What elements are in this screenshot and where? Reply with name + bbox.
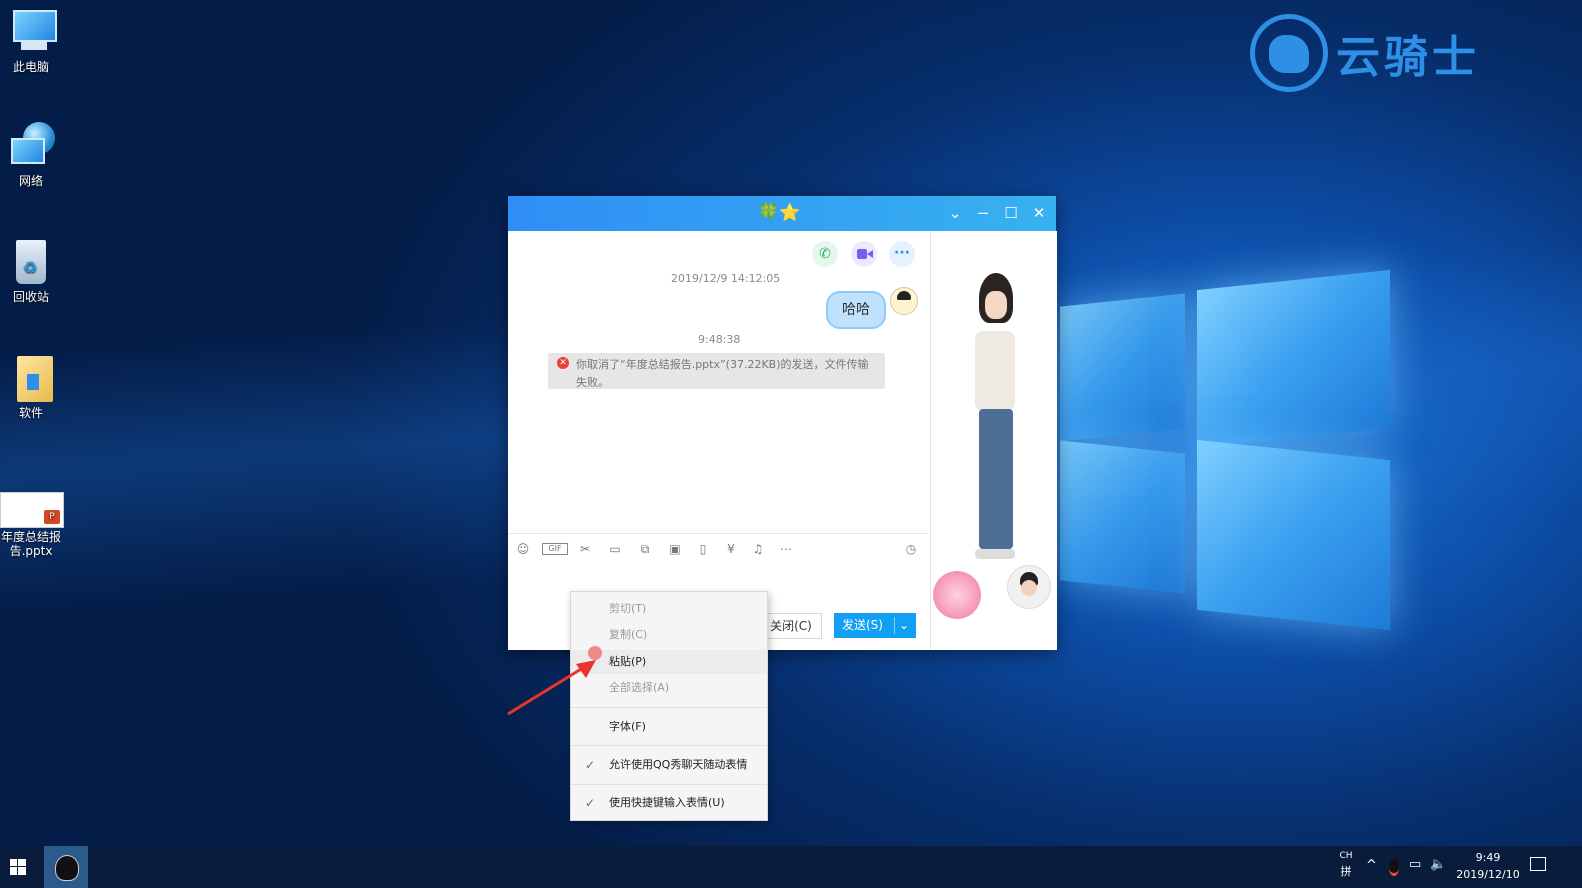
pptx-file-icon: P: [0, 492, 64, 528]
send-button[interactable]: 发送(S) ⌄: [834, 613, 916, 638]
menu-item-shortcut-emoji[interactable]: ✓ 使用快捷键输入表情(U): [571, 791, 767, 815]
desktop-icon-label: 网络: [18, 174, 43, 188]
message-timestamp: 9:48:38: [698, 333, 741, 346]
menu-item-select-all[interactable]: 全部选择(A): [571, 676, 767, 700]
image-icon[interactable]: ▣: [666, 542, 684, 556]
computer-icon: [7, 8, 57, 56]
screenshot-icon[interactable]: ⧉: [636, 542, 654, 556]
menu-item-allow-qq-show-emotions[interactable]: ✓ 允许使用QQ秀聊天随动表情: [571, 753, 767, 777]
emoji-icon[interactable]: ☺: [514, 542, 532, 556]
network-globe-icon: [7, 122, 55, 170]
wallpaper-logo-pane: [1060, 293, 1185, 442]
taskbar-app-qq[interactable]: [44, 846, 88, 888]
folder-icon: [7, 354, 55, 402]
scissors-icon[interactable]: ✂: [576, 542, 594, 556]
wallpaper-logo-pane: [1197, 269, 1390, 449]
maximize-icon[interactable]: ☐: [1002, 204, 1020, 222]
menu-separator: [571, 784, 767, 785]
gif-icon[interactable]: GIF: [542, 543, 568, 555]
mascot-sticker: [933, 571, 981, 619]
knight-logo-icon: [1250, 14, 1328, 92]
desktop-icon-label: 回收站: [12, 290, 49, 304]
file-transfer-failed-notice: ✕ 你取消了“年度总结报告.pptx”(37.22KB)的发送，文件传输失败。: [548, 353, 885, 389]
chevron-down-icon[interactable]: ⌄: [899, 613, 909, 638]
more-icon[interactable]: ⋯: [777, 542, 795, 556]
windows-start-icon[interactable]: [10, 859, 26, 875]
desktop-icon-pptx-file[interactable]: P 年度总结报告.pptx: [0, 492, 64, 558]
send-button-label: 发送(S): [842, 618, 883, 632]
window-title-bar[interactable]: 🍀⭐ ⌄ − ☐ ✕: [508, 196, 1056, 231]
history-icon[interactable]: ◷: [902, 542, 920, 556]
wallpaper-logo-pane: [1197, 439, 1390, 631]
qq-tray-icon[interactable]: [1389, 859, 1399, 876]
chevron-down-icon[interactable]: ⌄: [946, 204, 964, 222]
clock-date: 2019/12/10: [1456, 868, 1520, 881]
qq-show-panel: [930, 231, 1057, 650]
red-arrow-annotation: [507, 660, 596, 716]
ime-language: CH: [1339, 851, 1353, 861]
checkmark-icon: ✓: [585, 796, 596, 810]
error-icon: ✕: [557, 357, 569, 369]
minimize-icon[interactable]: −: [974, 204, 992, 222]
desktop-icon-recycle-bin[interactable]: ♻ 回收站: [0, 238, 62, 304]
video-call-icon[interactable]: [851, 241, 877, 267]
vibrate-icon[interactable]: ▯: [694, 542, 712, 556]
menu-item-cut[interactable]: 剪切(T): [571, 597, 767, 621]
brand-logo: 云骑士: [1250, 8, 1480, 98]
chevron-up-icon[interactable]: ^: [1366, 858, 1377, 873]
clock-time: 9:49: [1475, 851, 1501, 864]
sent-message-bubble[interactable]: 哈哈: [826, 291, 886, 329]
recycle-bin-icon: ♻: [7, 238, 55, 286]
message-timestamp: 2019/12/9 14:12:05: [671, 272, 781, 285]
title-status-icons: 🍀⭐: [758, 203, 801, 223]
phone-call-icon[interactable]: ✆: [812, 241, 838, 267]
music-icon[interactable]: ♫: [749, 542, 767, 556]
brand-text: 云骑士: [1336, 32, 1480, 83]
desktop-icon-label: 此电脑: [12, 60, 49, 74]
send-button-divider: [894, 617, 895, 634]
desktop-icon-this-pc[interactable]: 此电脑: [0, 8, 62, 74]
qq-chat-window[interactable]: 🍀⭐ ⌄ − ☐ ✕ ✆ ··· 2019/12/9 14:12:05 哈哈 9…: [508, 196, 1057, 650]
network-icon[interactable]: ▭: [1409, 857, 1421, 872]
close-button[interactable]: 关闭(C): [760, 613, 822, 639]
chat-history[interactable]: ✆ ··· 2019/12/9 14:12:05 哈哈 9:48:38 ✕ 你取…: [508, 231, 930, 528]
ime-indicator[interactable]: CH 拼: [1338, 849, 1354, 879]
checkmark-icon: ✓: [585, 758, 596, 772]
taskbar: CH 拼 ^ ▭ 🔈 9:49 2019/12/10: [0, 846, 1582, 888]
volume-icon[interactable]: 🔈: [1430, 857, 1446, 872]
red-packet-icon[interactable]: ¥: [722, 542, 740, 556]
desktop-icon-label: 年度总结报告.pptx: [0, 530, 61, 558]
close-icon[interactable]: ✕: [1030, 204, 1048, 222]
qq-show-avatar-figure: [965, 273, 1025, 573]
menu-separator: [571, 707, 767, 708]
avatar[interactable]: [890, 287, 918, 315]
clock[interactable]: 9:49 2019/12/10: [1452, 849, 1524, 883]
wallpaper-logo-pane: [1060, 440, 1185, 594]
notice-text: 你取消了“年度总结报告.pptx”(37.22KB)的发送，文件传输失败。: [576, 358, 869, 389]
input-toolbar: ☺ GIF ✂ ▭ ⧉ ▣ ▯ ¥ ♫ ⋯ ◷: [508, 533, 930, 564]
notification-icon[interactable]: [1530, 857, 1546, 871]
friend-avatar[interactable]: [1007, 565, 1051, 609]
menu-separator: [571, 745, 767, 746]
more-options-icon[interactable]: ···: [889, 241, 915, 267]
desktop-icon-network[interactable]: 网络: [0, 122, 62, 188]
desktop-icon-software-folder[interactable]: 软件: [0, 354, 62, 420]
menu-item-copy[interactable]: 复制(C): [571, 623, 767, 647]
menu-item-font[interactable]: 字体(F): [571, 715, 767, 739]
folder-icon[interactable]: ▭: [606, 542, 624, 556]
ime-mode: 拼: [1340, 865, 1352, 878]
qq-penguin-icon: [55, 855, 79, 881]
desktop-icon-label: 软件: [18, 406, 43, 420]
